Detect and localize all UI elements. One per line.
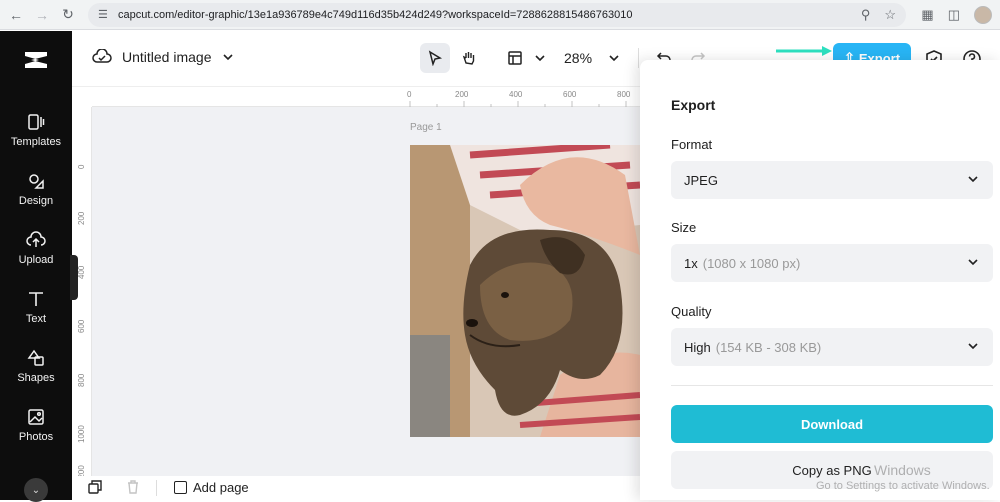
format-value: JPEG bbox=[684, 172, 718, 188]
sidebar-expand-icon[interactable]: ⌄ bbox=[24, 478, 48, 502]
chevron-down-icon[interactable] bbox=[534, 52, 546, 64]
site-info-icon[interactable]: ☰ bbox=[98, 8, 112, 22]
ruler-tick-label: 400 bbox=[77, 265, 86, 279]
download-button[interactable]: Download bbox=[671, 405, 993, 443]
ruler-tick-label: 0 bbox=[77, 164, 86, 169]
chevron-down-icon[interactable] bbox=[222, 51, 234, 63]
shapes-icon bbox=[25, 347, 47, 369]
hand-icon bbox=[462, 52, 475, 65]
extensions-icon[interactable]: ▦ bbox=[921, 7, 933, 23]
add-page-icon bbox=[174, 481, 187, 494]
sidebar-item-photos[interactable]: Photos bbox=[0, 406, 72, 456]
delete-page-icon[interactable] bbox=[126, 480, 140, 494]
browser-toolbar: ← → ↻ ☰ capcut.com/editor-graphic/13e1a9… bbox=[0, 0, 1000, 30]
layout-icon bbox=[508, 51, 522, 65]
capcut-logo-icon[interactable] bbox=[23, 49, 49, 71]
windows-watermark-text: Go to Settings to activate Windows. bbox=[816, 480, 990, 492]
ruler-tick-label: 0 bbox=[407, 90, 412, 99]
chevron-down-icon bbox=[968, 259, 978, 266]
forward-arrow-icon[interactable]: → bbox=[32, 5, 52, 25]
duplicate-page-icon[interactable] bbox=[88, 480, 102, 494]
select-tool-button[interactable] bbox=[420, 43, 450, 73]
cursor-icon bbox=[428, 50, 443, 66]
layout-button[interactable] bbox=[500, 43, 530, 73]
back-arrow-icon[interactable]: ← bbox=[6, 5, 26, 25]
format-label: Format bbox=[671, 137, 713, 152]
url-text: capcut.com/editor-graphic/13e1a936789e4c… bbox=[118, 9, 633, 21]
left-sidebar: Templates Design Upload Text Shapes Phot… bbox=[0, 31, 72, 502]
sidebar-item-templates[interactable]: Templates bbox=[0, 111, 72, 161]
sidebar-item-label: Templates bbox=[10, 136, 62, 148]
ruler-tick-label: 200 bbox=[455, 90, 469, 99]
sidebar-item-label: Shapes bbox=[17, 372, 55, 384]
hand-tool-button[interactable] bbox=[454, 43, 484, 73]
highlight-arrow-icon bbox=[776, 46, 832, 56]
size-select[interactable]: 1x (1080 x 1080 px) bbox=[671, 244, 993, 282]
format-select[interactable]: JPEG bbox=[671, 161, 993, 199]
ruler-tick-label: 600 bbox=[77, 319, 86, 333]
canvas-photo-puppy[interactable] bbox=[410, 145, 640, 437]
chevron-down-icon[interactable] bbox=[608, 52, 620, 64]
sidebar-item-label: Photos bbox=[18, 431, 54, 443]
sidebar-item-shapes[interactable]: Shapes bbox=[0, 347, 72, 397]
export-panel: Export Format JPEG Size 1x (1080 x 1080 … bbox=[640, 60, 1000, 500]
add-page-label: Add page bbox=[193, 480, 249, 495]
size-label: Size bbox=[671, 220, 697, 235]
side-panel-icon[interactable]: ◫ bbox=[948, 7, 960, 23]
ruler-tick-label: 200 bbox=[77, 211, 86, 225]
sidebar-item-design[interactable]: Design bbox=[0, 170, 72, 220]
cloud-sync-icon bbox=[92, 49, 112, 63]
sidebar-item-label: Text bbox=[25, 313, 47, 325]
zoom-level[interactable]: 28% bbox=[564, 50, 604, 66]
quality-select[interactable]: High (154 KB - 308 KB) bbox=[671, 328, 993, 366]
profile-avatar[interactable] bbox=[974, 6, 992, 24]
ruler-corner bbox=[72, 87, 92, 107]
design-icon bbox=[25, 170, 47, 192]
windows-watermark-title: Windows bbox=[874, 462, 931, 478]
size-value: 1x bbox=[684, 255, 698, 271]
address-bar[interactable]: ☰ capcut.com/editor-graphic/13e1a936789e… bbox=[88, 3, 906, 27]
quality-label: Quality bbox=[671, 304, 712, 319]
page-label: Page 1 bbox=[410, 122, 442, 133]
sidebar-item-upload[interactable]: Upload bbox=[0, 229, 72, 279]
quality-detail: (154 KB - 308 KB) bbox=[715, 339, 822, 355]
reload-icon[interactable]: ↻ bbox=[58, 5, 78, 25]
export-panel-title: Export bbox=[671, 97, 716, 113]
divider bbox=[671, 385, 993, 386]
document-title[interactable]: Untitled image bbox=[122, 49, 212, 65]
ruler-tick-label: 800 bbox=[617, 90, 631, 99]
size-detail: (1080 x 1080 px) bbox=[702, 255, 801, 271]
bookmark-star-icon[interactable]: ☆ bbox=[884, 7, 896, 23]
bottom-toolbar: Add page bbox=[72, 476, 640, 500]
quality-value: High bbox=[684, 339, 711, 355]
collapse-panel-handle[interactable] bbox=[70, 255, 78, 300]
chevron-down-icon bbox=[968, 343, 978, 350]
templates-icon bbox=[25, 111, 47, 133]
zoom-icon[interactable]: ⚲ bbox=[861, 7, 871, 23]
canvas-area[interactable]: 0 200 400 600 800 0 200 400 600 800 1000… bbox=[72, 87, 640, 500]
sidebar-item-text[interactable]: Text bbox=[0, 288, 72, 338]
chevron-down-icon bbox=[968, 176, 978, 183]
sidebar-item-label: Design bbox=[18, 195, 54, 207]
ruler-tick-label: 600 bbox=[563, 90, 577, 99]
add-page-button[interactable]: Add page bbox=[174, 480, 249, 495]
ruler-tick-label: 1000 bbox=[77, 425, 86, 443]
ruler-tick-label: 800 bbox=[77, 373, 86, 387]
upload-icon bbox=[25, 229, 47, 251]
text-icon bbox=[25, 288, 47, 310]
ruler-top: 0 200 400 600 800 bbox=[92, 87, 640, 107]
photos-icon bbox=[25, 406, 47, 428]
ruler-tick-label: 400 bbox=[509, 90, 523, 99]
sidebar-item-label: Upload bbox=[18, 254, 54, 266]
